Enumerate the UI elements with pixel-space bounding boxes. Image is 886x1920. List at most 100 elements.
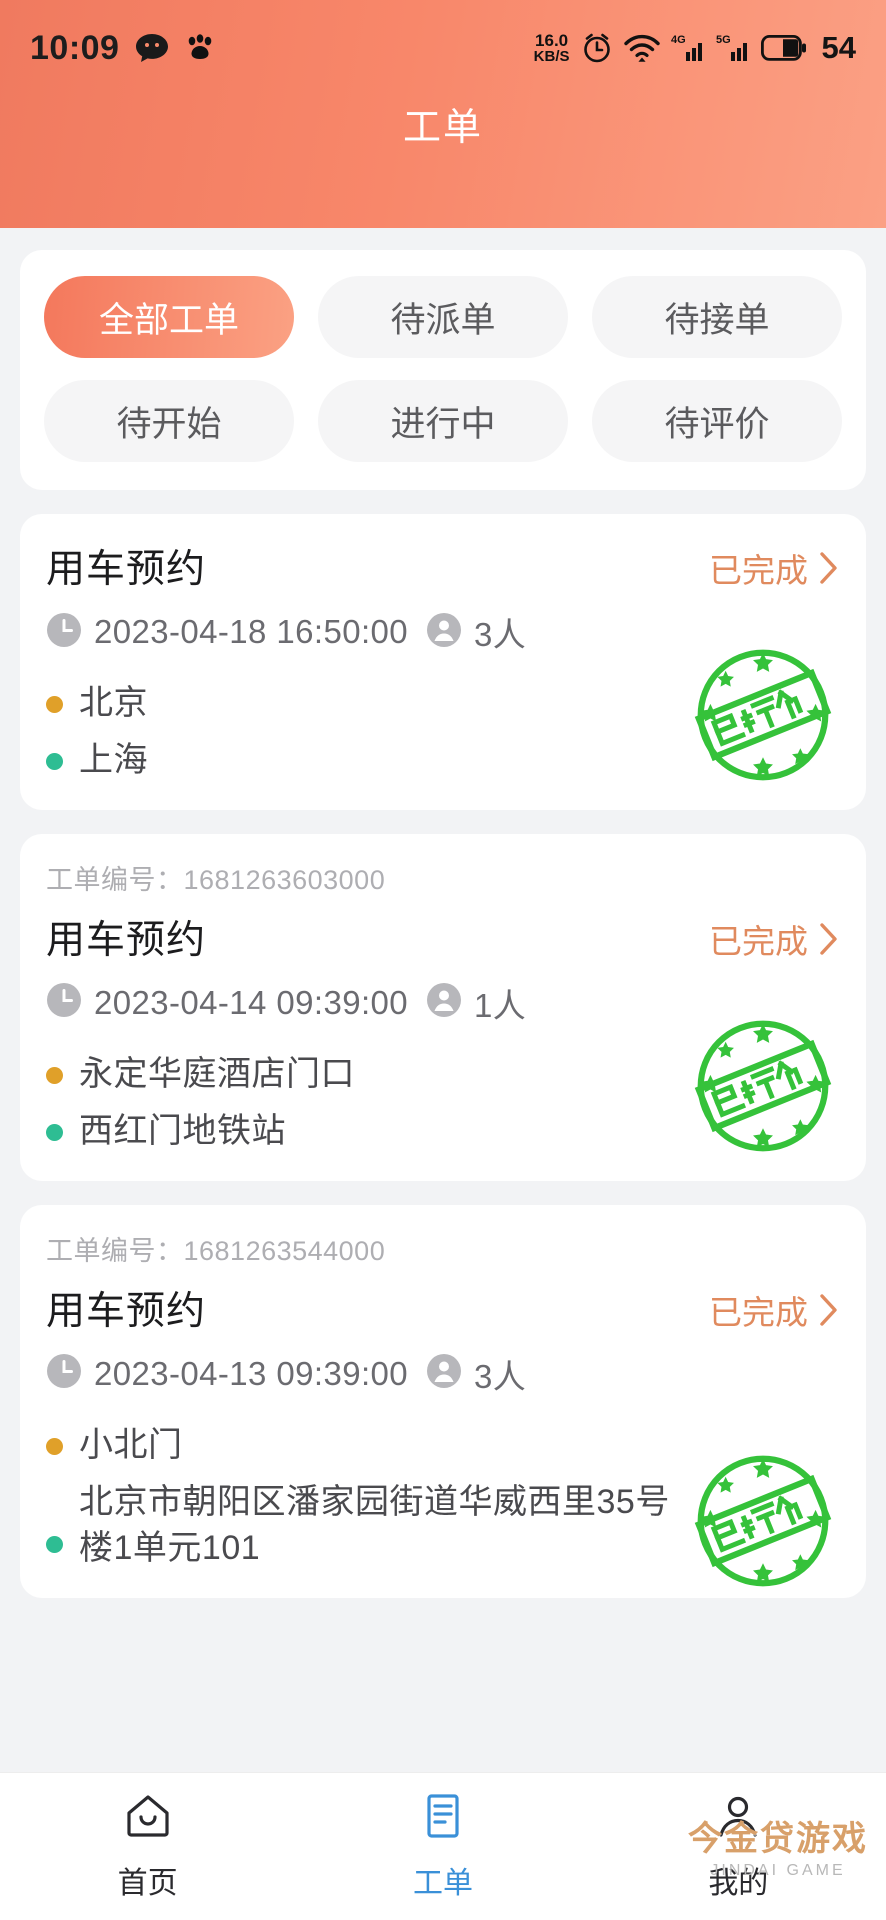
- battery-icon: [760, 35, 807, 61]
- order-end-location: 西红门地铁站: [46, 1108, 840, 1155]
- filter-chip-label: 待评价: [664, 404, 770, 444]
- end-location-text: 北京市朝阳区潘家园街道华威西里35号楼1单元101: [79, 1482, 670, 1568]
- clock-icon: [46, 612, 82, 653]
- filter-chip-pending-start[interactable]: 待开始: [44, 380, 294, 462]
- order-status-label: 已完成: [709, 1293, 808, 1331]
- order-number-value: 1681263544000: [183, 1235, 386, 1266]
- filter-chip-all[interactable]: 全部工单: [44, 276, 294, 358]
- svg-text:4G: 4G: [671, 34, 686, 46]
- start-location-text: 北京: [79, 684, 148, 722]
- order-start-location: 永定华庭酒店门口: [46, 1051, 840, 1098]
- tab-profile-label: 我的: [708, 1867, 769, 1900]
- order-time: 2023-04-18 16:50:00: [46, 612, 408, 653]
- order-end-location: 北京市朝阳区潘家园街道华威西里35号楼1单元101: [46, 1479, 840, 1573]
- filter-chip-pending-dispatch[interactable]: 待派单: [318, 276, 568, 358]
- battery-level: 54: [821, 30, 856, 65]
- order-time: 2023-04-14 09:39:00: [46, 982, 408, 1023]
- person-count-icon: [426, 1353, 462, 1394]
- chevron-right-icon: [818, 1293, 840, 1327]
- person-count-icon: [426, 982, 462, 1023]
- order-number-value: 1681263603000: [183, 864, 386, 895]
- start-dot-icon: [46, 696, 63, 713]
- wifi-icon: [623, 33, 660, 63]
- order-end-location: 上海: [46, 737, 840, 784]
- order-card-header: 用车预约 已完成: [46, 909, 840, 965]
- tab-home-label: 首页: [117, 1867, 178, 1900]
- filter-chip-label: 待开始: [116, 404, 222, 444]
- end-location-text: 上海: [79, 740, 148, 779]
- app-header: 10:09 16.0 KB/S 4G 5G 54 工单: [0, 0, 886, 228]
- order-status[interactable]: 已完成: [709, 909, 840, 963]
- start-location-text: 小北门: [79, 1425, 183, 1464]
- end-dot-icon: [46, 1123, 63, 1141]
- order-people: 1人: [426, 979, 526, 1027]
- order-start-location: 小北门: [46, 1422, 840, 1469]
- order-people: 3人: [426, 1350, 526, 1398]
- order-locations: 永定华庭酒店门口 西红门地铁站: [46, 1051, 840, 1155]
- order-locations: 北京 上海: [46, 680, 840, 784]
- order-title: 用车预约: [46, 548, 207, 591]
- tab-home[interactable]: 首页: [0, 1791, 295, 1902]
- signal-5g-icon: 5G: [716, 32, 750, 64]
- alarm-clock-icon: [581, 32, 613, 64]
- order-number: 工单编号：1681263544000: [46, 1229, 840, 1268]
- network-speed-value: 16.0: [535, 31, 569, 50]
- filter-chip-pending-accept[interactable]: 待接单: [592, 276, 842, 358]
- filter-chip-label: 进行中: [390, 404, 496, 444]
- person-count-icon: [426, 612, 462, 653]
- bottom-navigation: 首页 工单 我的: [0, 1772, 886, 1920]
- app-root: 10:09 16.0 KB/S 4G 5G 54 工单 全部工单 待派单 待接单…: [0, 0, 886, 1920]
- filter-chip-label: 待接单: [664, 300, 770, 340]
- person-icon: [713, 1791, 763, 1846]
- message-icon: [135, 33, 169, 63]
- clock-icon: [46, 1353, 82, 1394]
- order-status[interactable]: 已完成: [709, 1280, 840, 1334]
- order-datetime: 2023-04-13 09:39:00: [94, 1354, 409, 1392]
- tab-profile[interactable]: 我的: [591, 1791, 886, 1902]
- signal-4g-icon: 4G: [671, 32, 705, 64]
- order-number: 工单编号：1681263603000: [46, 858, 840, 897]
- order-time: 2023-04-13 09:39:00: [46, 1353, 408, 1394]
- chevron-right-icon: [818, 551, 840, 585]
- status-bar: 10:09 16.0 KB/S 4G 5G 54: [0, 0, 886, 70]
- order-meta: 2023-04-18 16:50:00 3人: [46, 608, 840, 656]
- order-title: 用车预约: [46, 1289, 207, 1333]
- document-list-icon: [418, 1791, 468, 1846]
- order-people-count: 3人: [474, 616, 527, 653]
- order-meta: 2023-04-14 09:39:00 1人: [46, 979, 840, 1027]
- end-location-text: 西红门地铁站: [79, 1111, 286, 1150]
- tab-orders-label: 工单: [412, 1867, 473, 1900]
- order-people-count: 3人: [474, 1357, 527, 1395]
- order-card-header: 用车预约 已完成: [46, 538, 840, 594]
- start-dot-icon: [46, 1066, 63, 1084]
- order-title: 用车预约: [46, 918, 207, 962]
- order-people: 3人: [426, 608, 526, 656]
- order-card[interactable]: 用车预约 已完成 2023-04-18 16:50:00 3人 北京 上海: [20, 514, 866, 810]
- end-dot-icon: [46, 752, 63, 770]
- end-dot-icon: [46, 1535, 63, 1553]
- home-icon: [123, 1791, 173, 1846]
- order-datetime: 2023-04-14 09:39:00: [94, 983, 409, 1021]
- status-time: 10:09: [30, 28, 120, 67]
- order-datetime: 2023-04-18 16:50:00: [94, 613, 409, 650]
- order-status-label: 已完成: [709, 552, 808, 589]
- order-status[interactable]: 已完成: [709, 538, 840, 592]
- order-locations: 小北门 北京市朝阳区潘家园街道华威西里35号楼1单元101: [46, 1422, 840, 1573]
- order-card[interactable]: 工单编号：1681263603000 用车预约 已完成 2023-04-14 0…: [20, 833, 866, 1181]
- chevron-right-icon: [818, 922, 840, 956]
- filter-chip-pending-review[interactable]: 待评价: [592, 380, 842, 462]
- status-bar-left: 10:09: [30, 29, 215, 68]
- network-speed-indicator: 16.0 KB/S: [534, 32, 570, 64]
- svg-text:5G: 5G: [716, 34, 731, 46]
- filter-chip-in-progress[interactable]: 进行中: [318, 380, 568, 462]
- start-location-text: 永定华庭酒店门口: [79, 1054, 355, 1093]
- order-status-label: 已完成: [709, 922, 808, 960]
- page-title: 工单: [402, 107, 483, 149]
- status-bar-right: 16.0 KB/S 4G 5G 54: [534, 30, 856, 66]
- order-number-label: 工单编号：: [46, 1235, 184, 1266]
- network-speed-unit: KB/S: [533, 48, 570, 65]
- filter-chip-label: 全部工单: [98, 300, 239, 340]
- order-card[interactable]: 工单编号：1681263544000 用车预约 已完成 2023-04-13 0…: [20, 1204, 866, 1599]
- order-meta: 2023-04-13 09:39:00 3人: [46, 1350, 840, 1398]
- tab-orders[interactable]: 工单: [295, 1791, 590, 1902]
